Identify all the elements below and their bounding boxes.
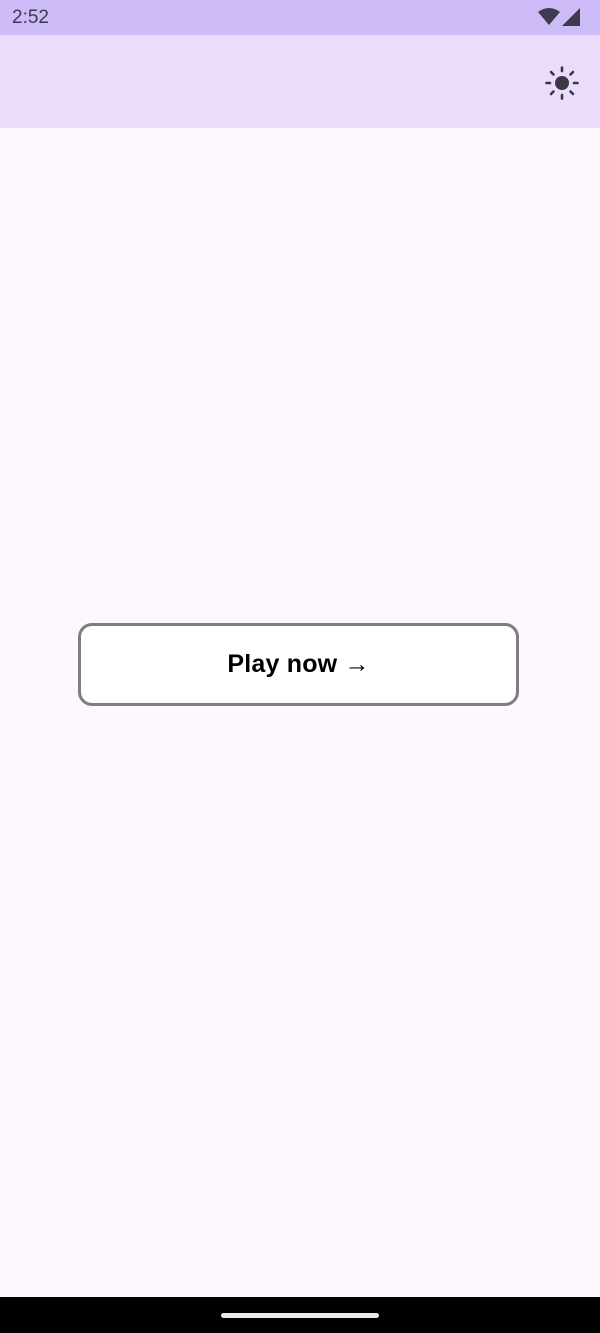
home-gesture-handle[interactable] <box>221 1313 379 1318</box>
play-now-label: Play now → <box>227 650 370 678</box>
play-now-button[interactable]: Play now → <box>78 623 519 706</box>
main-content: Play now → <box>0 128 600 1297</box>
status-time: 2:52 <box>12 7 49 28</box>
signal-icon <box>562 8 580 26</box>
sun-icon <box>545 66 579 100</box>
wifi-icon <box>538 8 560 25</box>
navigation-bar <box>0 1297 600 1333</box>
status-bar: 2:52 <box>0 0 600 35</box>
theme-toggle-button[interactable] <box>544 65 580 101</box>
app-bar <box>0 35 600 128</box>
